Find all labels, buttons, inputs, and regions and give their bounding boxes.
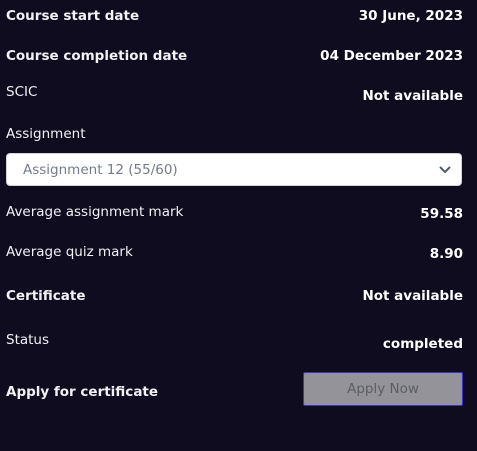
status-row: Status completed — [6, 332, 463, 358]
avg-quiz-row: Average quiz mark 8.90 — [6, 244, 463, 270]
assignment-select[interactable]: Assignment 12 (55/60) — [6, 153, 462, 186]
avg-assignment-label: Average assignment mark — [6, 204, 184, 220]
avg-quiz-value: 8.90 — [429, 246, 463, 262]
status-value: completed — [382, 336, 463, 352]
apply-now-button[interactable]: Apply Now — [303, 372, 463, 406]
scic-row: SCIC Not available — [6, 84, 463, 110]
start-date-value: 30 June, 2023 — [358, 8, 463, 24]
completion-date-row: Course completion date 04 December 2023 — [6, 45, 463, 67]
certificate-value: Not available — [362, 288, 463, 304]
avg-quiz-label: Average quiz mark — [6, 244, 133, 260]
assignment-label-row: Assignment — [6, 123, 463, 145]
scic-value: Not available — [362, 88, 463, 104]
start-date-label: Course start date — [6, 8, 140, 24]
status-label: Status — [6, 332, 50, 348]
apply-label: Apply for certificate — [6, 384, 159, 400]
course-details-panel: Course start date 30 June, 2023 Course c… — [0, 0, 477, 451]
chevron-down-icon — [439, 164, 451, 176]
completion-date-label: Course completion date — [6, 48, 188, 64]
assignment-label: Assignment — [6, 126, 86, 142]
assignment-select-value: Assignment 12 (55/60) — [23, 161, 178, 178]
completion-date-value: 04 December 2023 — [320, 48, 463, 64]
start-date-row: Course start date 30 June, 2023 — [6, 5, 463, 27]
avg-assignment-value: 59.58 — [420, 206, 463, 222]
certificate-label: Certificate — [6, 288, 86, 304]
certificate-row: Certificate Not available — [6, 285, 463, 307]
avg-assignment-row: Average assignment mark 59.58 — [6, 204, 463, 230]
scic-label: SCIC — [6, 84, 38, 100]
